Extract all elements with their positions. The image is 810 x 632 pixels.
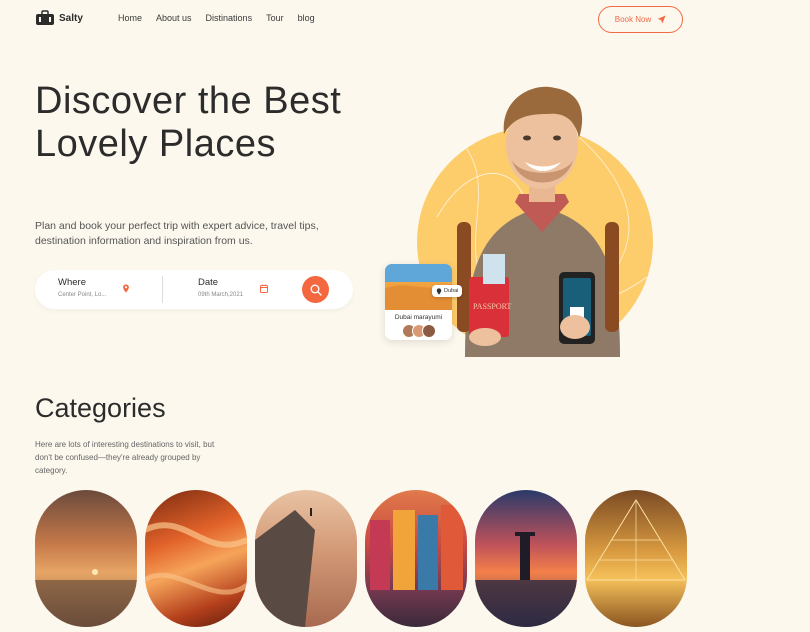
date-field[interactable]: Date 09th March,2021: [198, 277, 243, 298]
search-icon: [310, 284, 322, 296]
avatar-group: [385, 324, 452, 338]
suitcase-logo-icon: [36, 10, 54, 25]
main-nav: Home About us Distinations Tour blog: [118, 13, 315, 23]
location-badge: Dubai: [432, 285, 463, 297]
category-card-louvre-pyramid[interactable]: [585, 490, 687, 627]
hero-title: Discover the Best Lovely Places: [35, 80, 342, 165]
logo[interactable]: Salty: [35, 10, 83, 26]
categories-title: Categories: [35, 393, 166, 423]
nav-tour[interactable]: Tour: [266, 13, 284, 23]
where-field[interactable]: Where Center Point, Lo...: [58, 277, 106, 298]
categories-subtitle: Here are lots of interesting destination…: [35, 440, 215, 475]
search-button[interactable]: [302, 276, 329, 303]
book-now-button[interactable]: Book Now: [598, 6, 683, 33]
category-card-colorful-street[interactable]: [365, 490, 467, 627]
where-value: Center Point, Lo...: [58, 292, 107, 298]
calendar-icon: [260, 284, 268, 293]
nav-blog[interactable]: blog: [298, 13, 315, 23]
destination-card[interactable]: Dubai marayumi: [385, 264, 452, 340]
hero-subtitle: Plan and book your perfect trip with exp…: [35, 220, 319, 247]
category-card-canyon[interactable]: [145, 490, 247, 627]
date-value: 09th March,2021: [198, 292, 244, 298]
category-card-cliff[interactable]: [255, 490, 357, 627]
svg-text:PASSPORT: PASSPORT: [473, 302, 511, 311]
location-pin-icon: [123, 284, 129, 293]
location-pin-icon: [436, 287, 442, 295]
paper-plane-icon: [657, 15, 666, 24]
nav-about-us[interactable]: About us: [156, 13, 192, 23]
book-now-label: Book Now: [614, 15, 652, 24]
search-divider: [162, 276, 163, 303]
category-card-sunset-pier[interactable]: [475, 490, 577, 627]
category-list: [35, 490, 687, 627]
date-label: Date: [198, 277, 219, 288]
nav-home[interactable]: Home: [118, 13, 142, 23]
category-card-beach-sunset[interactable]: [35, 490, 137, 627]
where-label: Where: [58, 277, 86, 288]
brand-name: Salty: [59, 12, 83, 24]
nav-destinations[interactable]: Distinations: [206, 13, 253, 23]
destination-card-name: Dubai marayumi: [394, 314, 443, 321]
location-badge-label: Dubai: [444, 288, 459, 294]
traveler-photo: PASSPORT: [457, 86, 620, 357]
avatar: [421, 324, 436, 338]
search-bar: Where Center Point, Lo... Date 09th Marc…: [35, 270, 353, 309]
